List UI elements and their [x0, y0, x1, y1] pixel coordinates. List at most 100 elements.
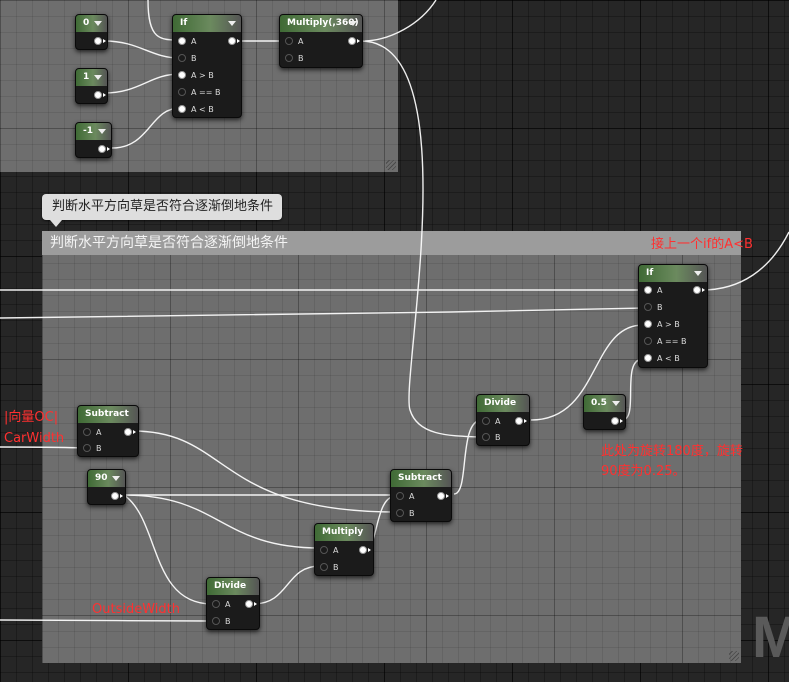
pin-label-a: A	[191, 37, 197, 46]
if-node-top[interactable]: If A B A > B A == B A < B	[172, 14, 242, 118]
wire-90-to-multiply-a	[123, 494, 321, 549]
output-pin[interactable]	[437, 492, 449, 500]
input-pin-a-gt-b[interactable]	[644, 320, 652, 328]
pin-label-a-eq-b: A == B	[657, 337, 687, 346]
pin-label-a: A	[495, 417, 501, 426]
const-node-neg1[interactable]: -1	[75, 122, 112, 158]
const-node-90[interactable]: 90	[87, 469, 126, 505]
input-pin-a-gt-b[interactable]	[178, 71, 186, 79]
wire-90-to-divide-a	[123, 494, 213, 605]
wire-const1-to-if-agtb	[103, 73, 181, 94]
annotation-rotation-note-2: 90度为0.25。	[601, 464, 686, 479]
chevron-down-icon[interactable]	[94, 75, 102, 80]
input-pin-b[interactable]	[285, 54, 293, 62]
pin-label-a: A	[657, 286, 663, 295]
pin-label-b: B	[225, 617, 231, 626]
input-pin-b[interactable]	[644, 303, 652, 311]
wire-offscreen-to-multiply	[364, 0, 437, 42]
const-node-0[interactable]: 0	[75, 14, 108, 50]
input-pin-b[interactable]	[83, 444, 91, 452]
pin-label-b: B	[657, 303, 663, 312]
divide-node-bottom[interactable]: Divide A B	[206, 577, 260, 630]
output-pin[interactable]	[98, 145, 110, 153]
chevron-down-icon[interactable]	[94, 21, 102, 26]
output-pin[interactable]	[124, 428, 136, 436]
subtract-node-left[interactable]: Subtract A B	[77, 405, 139, 457]
pin-label-a-eq-b: A == B	[191, 88, 221, 97]
chevron-down-icon[interactable]	[112, 476, 120, 481]
pin-label-a-gt-b: A > B	[191, 71, 214, 80]
annotation-connect-if: 接上一个if的A<B	[651, 237, 753, 252]
wire-left-to-divide-b	[0, 619, 213, 622]
input-pin-b[interactable]	[396, 509, 404, 517]
output-pin[interactable]	[515, 417, 527, 425]
wire-const0-to-if-b	[103, 40, 181, 59]
pin-label-b: B	[96, 444, 102, 453]
input-pin-a[interactable]	[320, 546, 328, 554]
chevron-down-icon[interactable]	[349, 21, 357, 26]
multiply-node[interactable]: Multiply A B	[314, 523, 374, 576]
node-title: Subtract	[85, 409, 129, 419]
output-pin[interactable]	[359, 546, 371, 554]
input-pin-a-lt-b[interactable]	[178, 105, 186, 113]
chevron-down-icon[interactable]	[228, 21, 236, 26]
input-pin-a-eq-b[interactable]	[178, 88, 186, 96]
const-node-0-5[interactable]: 0.5	[583, 394, 626, 430]
watermark-logo: M	[752, 605, 789, 670]
pin-label-b: B	[495, 433, 501, 442]
node-title: -1	[83, 126, 93, 136]
node-title: 1	[83, 72, 90, 82]
input-pin-a[interactable]	[212, 600, 220, 608]
node-title: Subtract	[398, 473, 442, 483]
annotation-rotation-note-1: 此处为旋转180度，旋转	[601, 444, 743, 459]
input-pin-b[interactable]	[212, 617, 220, 625]
wire-subtract-out	[132, 430, 397, 513]
subtract-node-mid[interactable]: Subtract A B	[390, 469, 452, 522]
output-pin[interactable]	[94, 91, 106, 99]
input-pin-a[interactable]	[644, 286, 652, 294]
input-pin-a[interactable]	[285, 37, 293, 45]
output-pin[interactable]	[94, 37, 106, 45]
chevron-down-icon[interactable]	[612, 401, 620, 406]
const-node-1[interactable]: 1	[75, 68, 108, 104]
node-title: Divide	[484, 398, 517, 408]
output-pin[interactable]	[348, 37, 360, 45]
output-pin[interactable]	[611, 417, 623, 425]
input-pin-a-lt-b[interactable]	[644, 354, 652, 362]
output-pin[interactable]	[245, 600, 257, 608]
output-pin[interactable]	[693, 286, 705, 294]
input-pin-a-eq-b[interactable]	[644, 337, 652, 345]
pin-label-b: B	[409, 509, 415, 518]
pin-label-a-lt-b: A < B	[657, 354, 680, 363]
annotation-vector-oc: |向量OC|	[4, 410, 59, 425]
node-title: 0	[83, 18, 90, 28]
wire-divide-to-multiply-b	[252, 565, 321, 605]
output-pin[interactable]	[228, 37, 240, 45]
pin-label-a-lt-b: A < B	[191, 105, 214, 114]
input-pin-b[interactable]	[178, 54, 186, 62]
multiply-360-node[interactable]: Multiply(,360) A B	[279, 14, 363, 68]
chevron-down-icon[interactable]	[694, 271, 702, 276]
wire-left-to-subtract	[0, 446, 85, 449]
chevron-down-icon[interactable]	[98, 129, 106, 134]
input-pin-a[interactable]	[83, 428, 91, 436]
pin-label-a-gt-b: A > B	[657, 320, 680, 329]
node-title: Divide	[214, 581, 247, 591]
pin-label-a: A	[409, 492, 415, 501]
pin-label-b: B	[333, 563, 339, 572]
divide-node-mid[interactable]: Divide A B	[476, 394, 530, 446]
input-pin-b[interactable]	[320, 563, 328, 571]
input-pin-a[interactable]	[178, 37, 186, 45]
annotation-outside-width: OutsideWidth	[92, 602, 180, 617]
input-pin-b[interactable]	[482, 433, 490, 441]
if-node-right[interactable]: If A B A > B A == B A < B	[638, 264, 708, 368]
pin-label-a: A	[298, 37, 304, 46]
pin-label-a: A	[96, 428, 102, 437]
input-pin-a[interactable]	[482, 417, 490, 425]
output-pin[interactable]	[111, 492, 123, 500]
wire-constneg1-to-if-altb	[111, 107, 181, 149]
pin-label-b: B	[298, 54, 304, 63]
annotation-car-width: CarWidth	[4, 431, 65, 446]
input-pin-a[interactable]	[396, 492, 404, 500]
pin-label-a: A	[333, 546, 339, 555]
